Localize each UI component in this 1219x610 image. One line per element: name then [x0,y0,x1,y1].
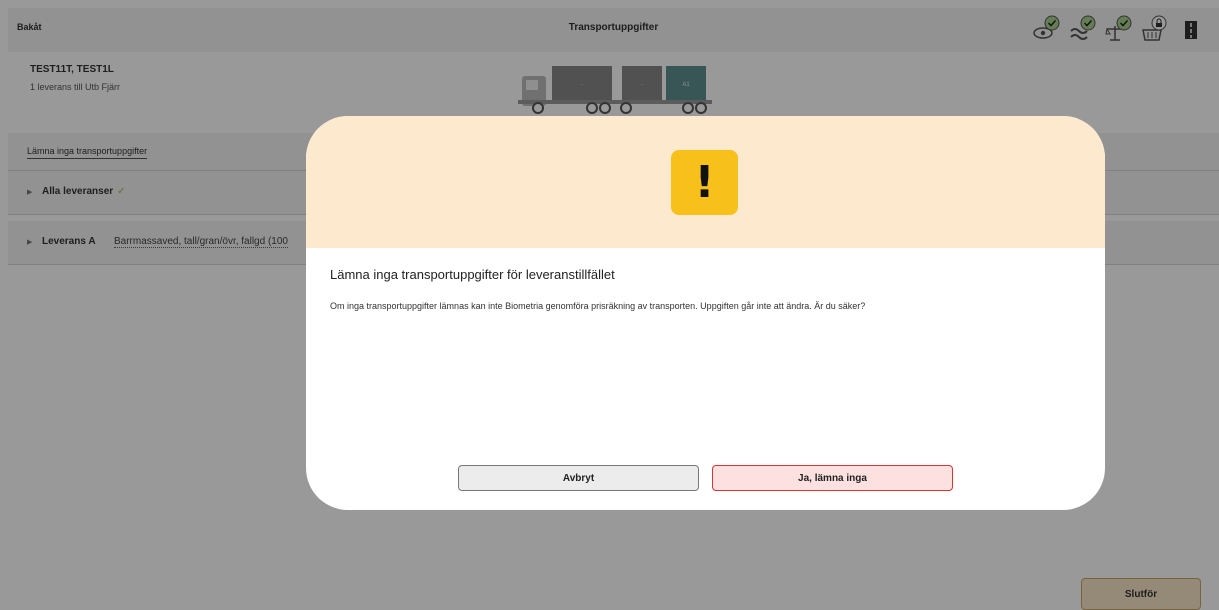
confirm-button[interactable]: Ja, lämna inga [712,465,953,491]
dialog-message: Om inga transportuppgifter lämnas kan in… [330,301,866,311]
cancel-button[interactable]: Avbryt [458,465,699,491]
dialog-header: ! [306,116,1105,248]
confirm-dialog: ! Lämna inga transportuppgifter för leve… [306,116,1105,510]
dialog-title: Lämna inga transportuppgifter för levera… [330,267,615,282]
warning-icon: ! [671,150,738,215]
